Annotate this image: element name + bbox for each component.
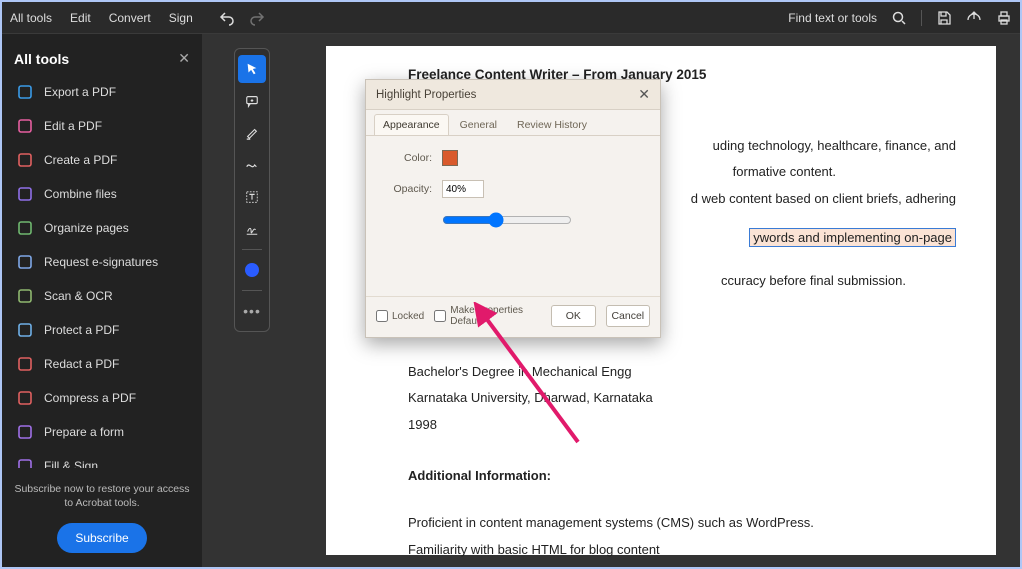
tool-label: Compress a PDF <box>44 391 136 405</box>
sidebar-title: All tools <box>14 51 69 67</box>
menu-sign[interactable]: Sign <box>169 11 193 25</box>
tool-label: Protect a PDF <box>44 323 119 337</box>
search-icon[interactable] <box>891 10 907 26</box>
tool-icon <box>16 287 34 305</box>
tool-icon <box>16 185 34 203</box>
tool-label: Scan & OCR <box>44 289 113 303</box>
doc-line: Karnataka University, Dharwad, Karnataka <box>408 388 956 409</box>
vertical-toolbar: ••• <box>234 48 270 332</box>
tab-general[interactable]: General <box>451 114 506 135</box>
tool-label: Fill & Sign <box>44 459 98 468</box>
tool-label: Organize pages <box>44 221 129 235</box>
tool-label: Prepare a form <box>44 425 124 439</box>
subscribe-text: Subscribe now to restore your access to … <box>14 482 190 511</box>
doc-line: Bachelor's Degree in Mechanical Engg <box>408 362 956 383</box>
doc-section-title: Additional Information: <box>408 466 956 487</box>
tool-icon <box>16 83 34 101</box>
top-menu-bar: All tools Edit Convert Sign Find text or… <box>2 2 1020 34</box>
dialog-close-icon[interactable]: ✕ <box>638 86 650 103</box>
sidebar-tool-item[interactable]: Organize pages <box>8 213 196 243</box>
tool-icon <box>16 219 34 237</box>
locked-label: Locked <box>392 311 424 322</box>
sidebar-tool-item[interactable]: Prepare a form <box>8 417 196 447</box>
tool-label: Create a PDF <box>44 153 117 167</box>
draw-tool-icon[interactable] <box>238 151 266 179</box>
sidebar-tool-item[interactable]: Redact a PDF <box>8 349 196 379</box>
redo-icon[interactable] <box>249 10 265 26</box>
make-default-checkbox[interactable]: Make Properties Default <box>434 305 531 327</box>
tool-label: Export a PDF <box>44 85 116 99</box>
tool-label: Request e-signatures <box>44 255 158 269</box>
sidebar-tool-item[interactable]: Compress a PDF <box>8 383 196 413</box>
tab-review-history[interactable]: Review History <box>508 114 596 135</box>
opacity-label: Opacity: <box>382 183 432 195</box>
tool-icon <box>16 355 34 373</box>
make-default-label: Make Properties Default <box>450 305 531 327</box>
highlight-annotation[interactable]: ywords and implementing on-page <box>749 228 956 247</box>
sign-tool-icon[interactable] <box>238 215 266 243</box>
tool-icon <box>16 321 34 339</box>
tab-appearance[interactable]: Appearance <box>374 114 449 135</box>
doc-line: Strong understanding of social media pla… <box>408 566 956 567</box>
sidebar-tool-item[interactable]: Fill & Sign <box>8 451 196 468</box>
opacity-input[interactable] <box>442 180 484 198</box>
find-label[interactable]: Find text or tools <box>788 11 877 25</box>
sidebar-tool-item[interactable]: Request e-signatures <box>8 247 196 277</box>
text-tool-icon[interactable] <box>238 183 266 211</box>
sidebar-tool-item[interactable]: Scan & OCR <box>8 281 196 311</box>
sidebar-tool-item[interactable]: Combine files <box>8 179 196 209</box>
color-swatch[interactable] <box>442 150 458 166</box>
ok-button[interactable]: OK <box>551 305 595 327</box>
share-icon[interactable] <box>966 10 982 26</box>
tool-label: Combine files <box>44 187 117 201</box>
dialog-title: Highlight Properties <box>376 89 476 101</box>
subscribe-button[interactable]: Subscribe <box>57 523 146 553</box>
tool-icon <box>16 253 34 271</box>
color-label: Color: <box>382 152 432 164</box>
opacity-slider[interactable] <box>442 212 572 228</box>
select-tool-icon[interactable] <box>238 55 266 83</box>
sidebar-tool-item[interactable]: Export a PDF <box>8 77 196 107</box>
highlight-properties-dialog: Highlight Properties ✕ Appearance Genera… <box>365 79 661 338</box>
tool-icon <box>16 151 34 169</box>
tool-label: Edit a PDF <box>44 119 102 133</box>
comment-tool-icon[interactable] <box>238 87 266 115</box>
tool-icon <box>16 389 34 407</box>
save-icon[interactable] <box>936 10 952 26</box>
menu-edit[interactable]: Edit <box>70 11 91 25</box>
tool-icon <box>16 457 34 468</box>
sidebar-tool-item[interactable]: Edit a PDF <box>8 111 196 141</box>
sidebar-tool-item[interactable]: Protect a PDF <box>8 315 196 345</box>
undo-icon[interactable] <box>219 10 235 26</box>
print-icon[interactable] <box>996 10 1012 26</box>
color-dot-icon[interactable] <box>238 256 266 284</box>
doc-line: Familiarity with basic HTML for blog con… <box>408 540 956 561</box>
tools-sidebar: All tools ✕ Export a PDF Edit a PDF Create… <box>2 34 202 567</box>
vertical-toolbar-area: ••• <box>202 34 302 567</box>
tool-icon <box>16 423 34 441</box>
locked-checkbox[interactable]: Locked <box>376 310 424 322</box>
menu-convert[interactable]: Convert <box>109 11 151 25</box>
cancel-button[interactable]: Cancel <box>606 305 650 327</box>
menu-all-tools[interactable]: All tools <box>10 11 52 25</box>
doc-line: Proficient in content management systems… <box>408 513 956 534</box>
close-icon[interactable]: ✕ <box>178 50 190 67</box>
sidebar-tool-item[interactable]: Create a PDF <box>8 145 196 175</box>
tool-label: Redact a PDF <box>44 357 119 371</box>
tool-icon <box>16 117 34 135</box>
highlight-tool-icon[interactable] <box>238 119 266 147</box>
doc-line: 1998 <box>408 415 956 436</box>
more-tools-icon[interactable]: ••• <box>238 297 266 325</box>
